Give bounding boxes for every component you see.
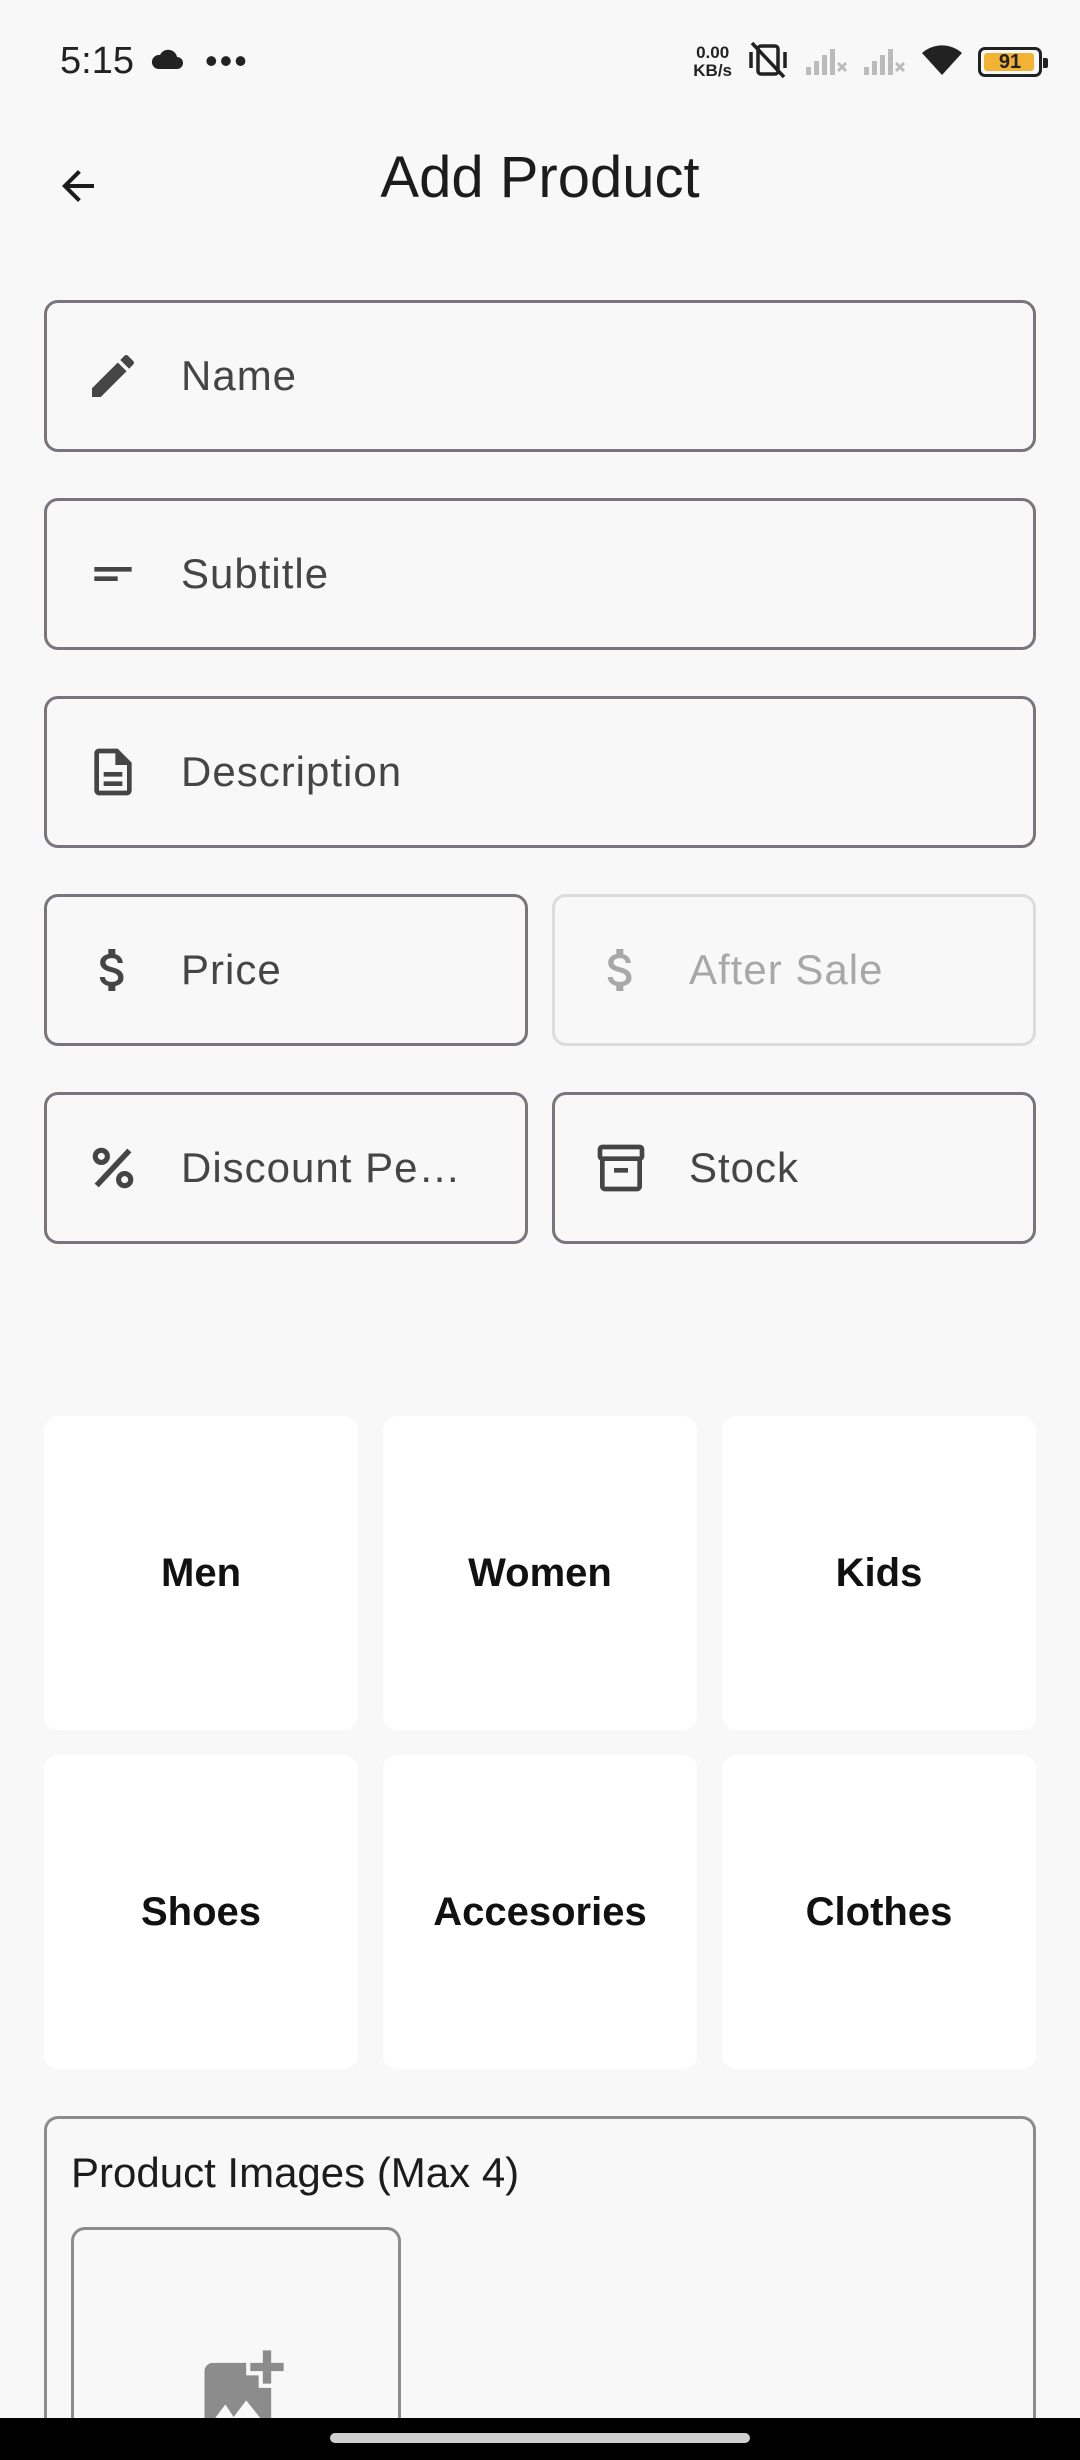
network-speed-unit: KB/s — [693, 61, 732, 80]
category-shoes[interactable]: Shoes — [44, 1755, 358, 2069]
signal-2-icon — [862, 43, 906, 82]
category-label: Men — [161, 1550, 241, 1595]
category-label: Shoes — [140, 1889, 262, 1934]
status-time: 5:15 — [60, 40, 134, 82]
subtitle-placeholder: Subtitle — [181, 550, 330, 597]
discount-placeholder: Discount Pe… — [181, 1144, 462, 1191]
category-men[interactable]: Men — [44, 1416, 358, 1730]
category-label: Clothes — [805, 1889, 953, 1934]
short-text-icon — [85, 546, 165, 602]
category-kids[interactable]: Kids — [722, 1416, 1036, 1730]
name-field[interactable]: Name — [44, 300, 1036, 452]
description-field[interactable]: Description — [44, 696, 1036, 848]
price-field[interactable]: Price — [44, 894, 528, 1046]
category-label: Accesories — [433, 1889, 647, 1934]
description-placeholder: Description — [181, 748, 403, 795]
product-images-section: Product Images (Max 4) — [44, 2116, 1036, 2460]
inventory-box-icon — [593, 1140, 673, 1196]
battery-level: 91 — [998, 50, 1022, 73]
dollar-icon — [593, 942, 673, 998]
network-speed: 0.00 KB/s — [693, 44, 732, 80]
price-placeholder: Price — [181, 946, 282, 993]
app-bar: Add Product — [0, 130, 1080, 226]
wifi-icon — [920, 43, 964, 82]
network-speed-value: 0.00 — [696, 43, 730, 62]
battery-icon: 91 — [978, 47, 1048, 77]
category-label: Kids — [835, 1550, 923, 1595]
system-navigation-bar — [0, 2418, 1080, 2460]
category-clothes[interactable]: Clothes — [722, 1755, 1036, 2069]
category-women[interactable]: Women — [383, 1416, 697, 1730]
page-title: Add Product — [380, 145, 700, 210]
pencil-icon — [85, 348, 165, 404]
cloud-icon — [150, 48, 184, 75]
vibrate-off-icon — [746, 40, 790, 85]
category-label: Women — [468, 1550, 612, 1595]
after-sale-field: After Sale — [552, 894, 1036, 1046]
document-icon — [85, 744, 165, 800]
discount-field[interactable]: Discount Pe… — [44, 1092, 528, 1244]
after-sale-placeholder: After Sale — [689, 946, 884, 993]
stock-placeholder: Stock — [689, 1144, 800, 1191]
stock-field[interactable]: Stock — [552, 1092, 1036, 1244]
product-images-title: Product Images (Max 4) — [71, 2149, 520, 2196]
status-bar: 5:15 ••• 0.00 KB/s 91 — [0, 0, 1080, 130]
dollar-icon — [85, 942, 165, 998]
signal-1-icon — [804, 43, 848, 82]
percent-icon — [85, 1140, 165, 1196]
subtitle-field[interactable]: Subtitle — [44, 498, 1036, 650]
category-accesories[interactable]: Accesories — [383, 1755, 697, 2069]
add-product-screen: 5:15 ••• 0.00 KB/s 91 Add Product Name S… — [0, 0, 1080, 2460]
status-icons: 0.00 KB/s 91 — [693, 40, 1048, 85]
name-placeholder: Name — [181, 352, 298, 399]
home-gesture-handle[interactable] — [330, 2433, 750, 2443]
more-notifications-icon: ••• — [205, 40, 249, 81]
